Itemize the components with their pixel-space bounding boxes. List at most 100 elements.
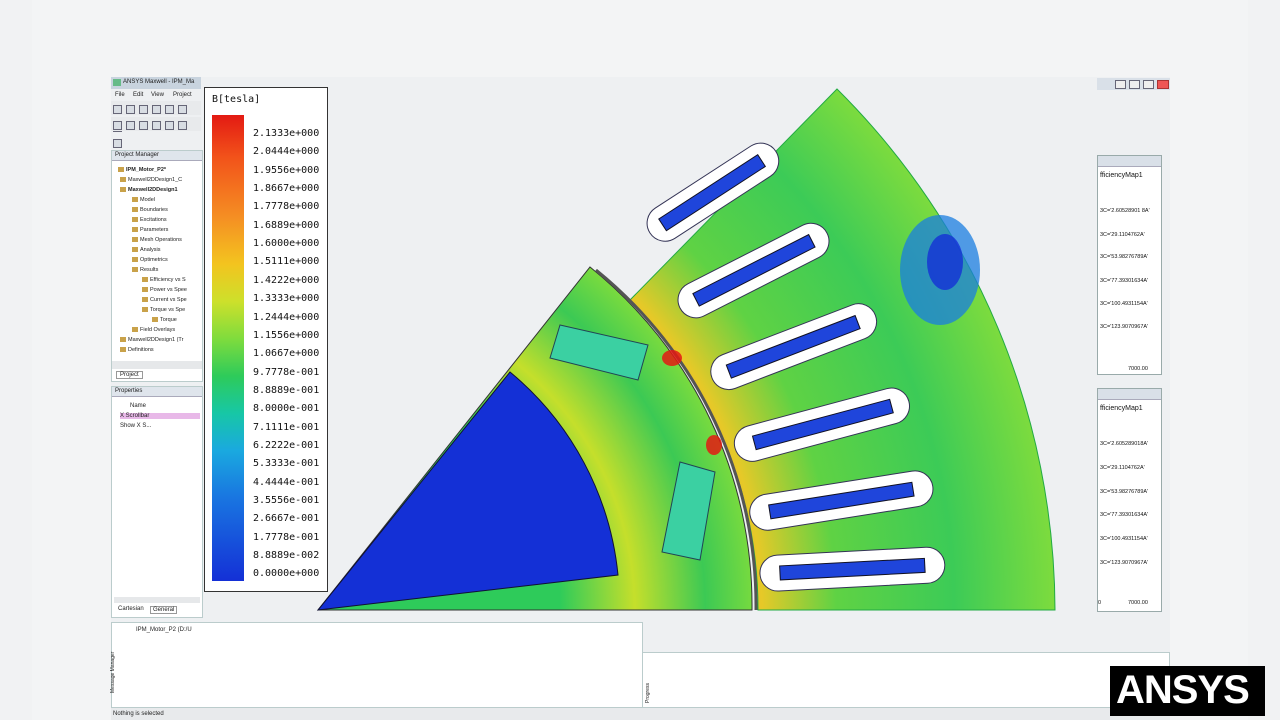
pan-icon[interactable] — [165, 121, 174, 130]
tree-power-plot[interactable]: Power vs Spee — [142, 287, 187, 293]
curve-label: 3C='29.1104762A' — [1100, 232, 1145, 238]
tab-project[interactable]: Project — [116, 371, 143, 379]
curve-icon — [152, 317, 158, 323]
curve-label: 3C='77.39301634A' — [1100, 278, 1149, 284]
minimize-icon[interactable] — [1115, 80, 1126, 89]
tree-efficiency-plot[interactable]: Efficiency vs S — [142, 277, 186, 283]
close-icon[interactable] — [1157, 80, 1169, 89]
saturation-hotspot — [706, 435, 722, 455]
copy-icon[interactable] — [165, 105, 174, 114]
tree-excitations[interactable]: Excitations — [132, 217, 167, 223]
tab-cartesian[interactable]: Cartesian — [118, 606, 144, 612]
tree-analysis[interactable]: Analysis — [132, 247, 160, 253]
menu-edit[interactable]: Edit — [133, 92, 143, 98]
tree-parameters[interactable]: Parameters — [132, 227, 168, 233]
menu-file[interactable]: File — [115, 92, 125, 98]
property-show-x[interactable]: Show X S... — [120, 423, 151, 429]
efficiency-map-title-2: fficiencyMap1 — [1100, 405, 1143, 412]
validate-icon[interactable] — [113, 121, 122, 130]
legend-value: 1.2444e+000 — [253, 311, 320, 323]
tree-mesh-operations[interactable]: Mesh Operations — [132, 237, 182, 243]
legend-value: 1.1556e+000 — [253, 329, 320, 341]
design-icon — [120, 177, 126, 183]
legend-value: 1.4222e+000 — [253, 274, 320, 286]
tree-design-c[interactable]: Maxwell2DDesign1_C — [120, 177, 182, 183]
legend-value: 3.5556e-001 — [253, 495, 320, 506]
legend-value: 1.3333e+000 — [253, 293, 320, 305]
open-icon[interactable] — [126, 105, 135, 114]
legend-value: 9.7778e-001 — [253, 366, 320, 378]
tree-model[interactable]: Model — [132, 197, 155, 203]
design-icon — [120, 337, 126, 343]
curve-label: 3C='53.98276789A' — [1100, 254, 1149, 260]
tab-general[interactable]: General — [150, 606, 178, 614]
legend-value: 2.1333e+000 — [253, 128, 320, 139]
progress-panel: Progress — [642, 652, 1170, 708]
cut-icon[interactable] — [152, 105, 161, 114]
project-scrollbar[interactable] — [112, 361, 202, 369]
legend-value: 1.7778e+000 — [253, 201, 320, 213]
tree-design[interactable]: Maxwell2DDesign1 — [120, 187, 178, 193]
save-icon[interactable] — [139, 105, 148, 114]
project-manager-panel: Project Manager IPM_Motor_P2* Maxwell2DD… — [111, 150, 203, 382]
legend-value: 5.3333e-001 — [253, 458, 320, 470]
curve-label: 3C='100.4931154A' — [1100, 301, 1148, 307]
curve-label: 3C='123.9070967A' — [1100, 324, 1149, 330]
project-icon — [118, 167, 124, 173]
ansys-logo-text: ANSYS — [1116, 668, 1250, 712]
tree-optimetrics[interactable]: Optimetrics — [132, 257, 168, 263]
curve-label: 3C='53.98276789A' — [1100, 489, 1149, 495]
legend-value: 1.0667e+000 — [253, 348, 320, 360]
tree-torque-plot[interactable]: Torque vs Spe — [142, 307, 185, 313]
legend-value: 1.6889e+000 — [253, 219, 320, 231]
plot-icon — [142, 287, 148, 293]
orient-icon[interactable] — [113, 139, 122, 148]
fit-icon[interactable] — [139, 121, 148, 130]
analyze-icon[interactable] — [126, 121, 135, 130]
property-x-scrollbar[interactable]: X Scrollbar — [120, 413, 200, 419]
menu-view[interactable]: View — [151, 92, 164, 98]
rotate-icon[interactable] — [178, 121, 187, 130]
tree-current-plot[interactable]: Current vs Spe — [142, 297, 187, 303]
message-manager-panel: Message Manager IPM_Motor_P2 (D:/U — [110, 622, 643, 708]
progress-label: Progress — [645, 682, 651, 703]
field-overlay-icon — [132, 327, 138, 333]
legend-value: 4.4444e-001 — [253, 476, 320, 488]
maximize-icon[interactable] — [1129, 80, 1140, 89]
tree-design-tr[interactable]: Maxwell2DDesign1 (Tr — [120, 337, 183, 343]
legend-value: 1.9556e+000 — [253, 164, 320, 176]
properties-panel: Properties Name X Scrollbar Show X S... … — [111, 386, 203, 618]
legend-color-bar — [212, 115, 244, 581]
new-icon[interactable] — [113, 105, 122, 114]
design-icon — [120, 187, 126, 193]
properties-scrollbar[interactable] — [114, 597, 200, 603]
plot-icon — [142, 307, 148, 313]
status-bar: Nothing is selected — [111, 708, 1170, 720]
tree-field-overlays[interactable]: Field Overlays — [132, 327, 175, 333]
plot-icon — [142, 277, 148, 283]
tree-torque[interactable]: Torque — [152, 317, 177, 323]
tree-definitions[interactable]: Definitions — [120, 347, 154, 353]
flux-density-field-plot[interactable] — [300, 80, 1070, 620]
menu-project[interactable]: Project — [173, 92, 192, 98]
plot-icon — [142, 297, 148, 303]
message-entry[interactable]: IPM_Motor_P2 (D:/U — [136, 627, 192, 633]
properties-title: Properties — [115, 388, 143, 394]
zoom-icon[interactable] — [152, 121, 161, 130]
toolbar-row-1 — [111, 101, 201, 132]
tree-results[interactable]: Results — [132, 267, 158, 273]
paste-icon[interactable] — [178, 105, 187, 114]
app-titlebar: ANSYS Maxwell - IPM_Ma — [111, 77, 201, 89]
analysis-icon — [132, 247, 138, 253]
tree-project[interactable]: IPM_Motor_P2* — [118, 167, 166, 173]
app-icon — [113, 79, 121, 86]
parameters-icon — [132, 227, 138, 233]
legend-value: 0.0000e+000 — [253, 568, 320, 580]
results-icon — [132, 267, 138, 273]
excitations-icon — [132, 217, 138, 223]
x-axis-end: 7000.00 — [1128, 600, 1148, 606]
mesh-icon — [132, 237, 138, 243]
properties-column-name: Name — [130, 403, 147, 409]
restore-icon[interactable] — [1143, 80, 1154, 89]
tree-boundaries[interactable]: Boundaries — [132, 207, 168, 213]
